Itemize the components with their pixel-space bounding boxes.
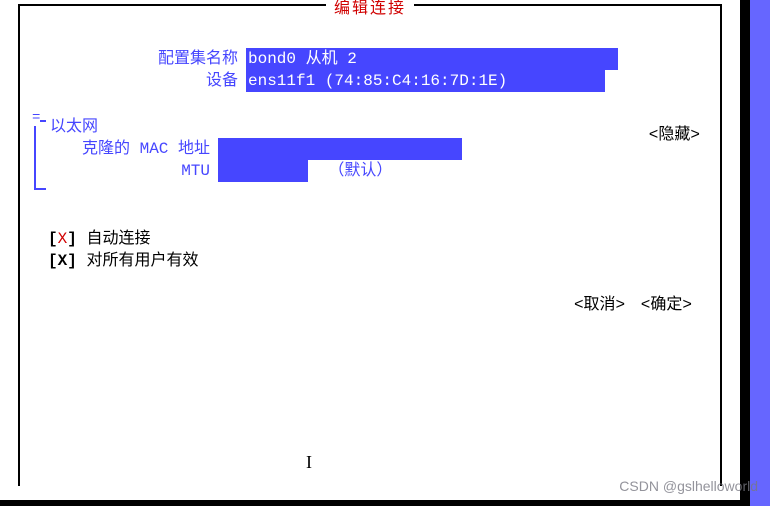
profile-name-label: 配置集名称	[20, 48, 246, 70]
mtu-field[interactable]	[218, 160, 308, 182]
hide-button[interactable]: <隐藏>	[649, 120, 700, 144]
device-field[interactable]: ens11f1 (74:85:C4:16:7D:1E)	[246, 70, 605, 92]
dialog-panel: 编辑连接 配置集名称 bond0 从机 2 设备 ens11f1 (74:85:…	[18, 4, 722, 486]
mtu-label: MTU	[20, 160, 218, 182]
cancel-button[interactable]: <取消>	[574, 296, 625, 314]
all-users-label: 对所有用户有效	[86, 252, 198, 270]
ok-button[interactable]: <确定>	[641, 296, 692, 314]
auto-connect-checkbox[interactable]: [X] 自动连接	[48, 224, 150, 248]
dialog-title: 编辑连接	[20, 0, 720, 18]
mac-label: 克隆的 MAC 地址	[20, 138, 218, 160]
watermark: CSDN @gslhelloworld	[619, 478, 758, 494]
profile-name-field[interactable]: bond0 从机 2	[246, 48, 618, 70]
mac-field[interactable]	[218, 138, 462, 160]
mtu-default-hint: （默认）	[308, 160, 392, 182]
all-users-checkbox[interactable]: [X] 对所有用户有效	[48, 246, 198, 270]
text-cursor-icon: I	[306, 452, 312, 473]
ethernet-section-label: 以太网	[50, 116, 98, 138]
device-label: 设备	[20, 70, 246, 92]
